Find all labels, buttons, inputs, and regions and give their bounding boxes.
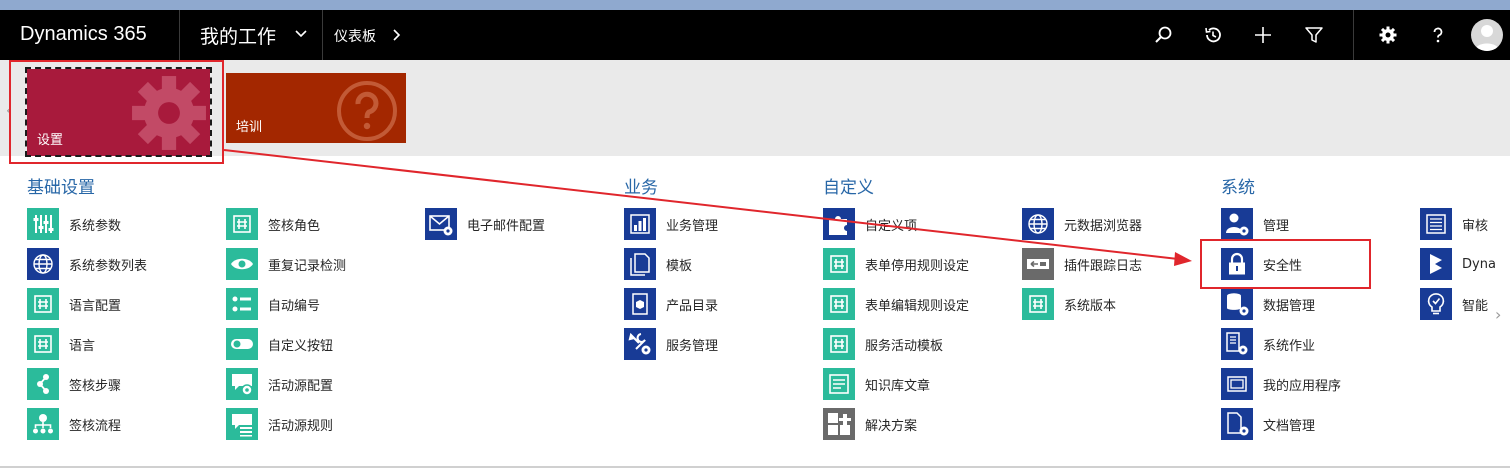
group-title-system: 系统 xyxy=(1221,178,1255,198)
tools-icon xyxy=(624,328,656,360)
search-icon[interactable] xyxy=(1153,25,1173,45)
tile-label: 培训 xyxy=(236,120,263,135)
jobs-icon xyxy=(1221,328,1253,360)
link-solutions[interactable]: 解决方案 xyxy=(823,408,917,440)
window-top-strip xyxy=(0,0,1510,10)
link-email-config[interactable]: 电子邮件配置 xyxy=(425,208,545,240)
solutions-icon xyxy=(823,408,855,440)
breadcrumb-dashboard[interactable]: 仪表板 xyxy=(334,26,376,46)
link-approval-flow[interactable]: 签核流程 xyxy=(27,408,121,440)
link-auto-numbering[interactable]: 自动编号 xyxy=(226,288,320,320)
puzzle-icon xyxy=(226,208,258,240)
link-custom-button[interactable]: 自定义按钮 xyxy=(226,328,333,360)
puzzle-icon xyxy=(823,328,855,360)
tile-training[interactable]: 培训 xyxy=(226,73,406,143)
chevron-right-icon[interactable] xyxy=(391,28,403,42)
steps-icon xyxy=(27,368,59,400)
link-activity-feed-rules[interactable]: 活动源规则 xyxy=(226,408,333,440)
puzzle-icon xyxy=(823,248,855,280)
gear-icon[interactable] xyxy=(1378,25,1398,45)
numbered-list-icon xyxy=(226,288,258,320)
highlight-box-security xyxy=(1200,239,1371,289)
link-dynamics[interactable]: Dyna xyxy=(1420,248,1496,280)
email-settings-icon xyxy=(425,208,457,240)
globe-icon xyxy=(27,248,59,280)
user-avatar[interactable] xyxy=(1471,19,1503,51)
link-metadata-browser[interactable]: 元数据浏览器 xyxy=(1022,208,1142,240)
link-form-edit-rules[interactable]: 表单编辑规则设定 xyxy=(823,288,969,320)
link-auditing[interactable]: 审核 xyxy=(1420,208,1488,240)
link-business-management[interactable]: 业务管理 xyxy=(624,208,718,240)
globe-icon xyxy=(1022,208,1054,240)
lightbulb-icon xyxy=(1420,288,1452,320)
link-plugin-trace-log[interactable]: 插件跟踪日志 xyxy=(1022,248,1142,280)
link-data-management[interactable]: 数据管理 xyxy=(1221,288,1315,320)
group-title-customization: 自定义 xyxy=(823,178,874,198)
plus-icon[interactable] xyxy=(1253,25,1273,45)
link-system-parameters-list[interactable]: 系统参数列表 xyxy=(27,248,147,280)
link-system-version[interactable]: 系统版本 xyxy=(1022,288,1116,320)
nav-separator xyxy=(179,10,180,60)
link-knowledge-articles[interactable]: 知识库文章 xyxy=(823,368,930,400)
nav-separator xyxy=(322,10,323,60)
link-system-parameters[interactable]: 系统参数 xyxy=(27,208,121,240)
dynamics-logo-icon xyxy=(1420,248,1452,280)
puzzle-icon xyxy=(27,288,59,320)
bar-chart-icon xyxy=(624,208,656,240)
puzzle-icon xyxy=(27,328,59,360)
filter-icon[interactable] xyxy=(1304,25,1324,45)
link-language-config[interactable]: 语言配置 xyxy=(27,288,121,320)
group-title-basic-settings: 基础设置 xyxy=(27,178,95,198)
link-smart[interactable]: 智能 xyxy=(1420,288,1488,320)
puzzle-icon xyxy=(823,288,855,320)
link-duplicate-detection[interactable]: 重复记录检测 xyxy=(226,248,346,280)
link-customizations[interactable]: 自定义项 xyxy=(823,208,917,240)
link-my-apps[interactable]: 我的应用程序 xyxy=(1221,368,1341,400)
puzzle-icon xyxy=(1022,288,1054,320)
highlight-box-settings xyxy=(9,60,224,164)
chevron-down-icon[interactable] xyxy=(294,27,308,41)
nav-separator xyxy=(1353,10,1354,60)
link-service-activity-templates[interactable]: 服务活动模板 xyxy=(823,328,943,360)
app-brand[interactable]: Dynamics 365 xyxy=(20,23,147,46)
document-settings-icon xyxy=(1221,408,1253,440)
sliders-icon xyxy=(27,208,59,240)
link-product-catalog[interactable]: 产品目录 xyxy=(624,288,718,320)
link-language[interactable]: 语言 xyxy=(27,328,95,360)
link-approval-steps[interactable]: 签核步骤 xyxy=(27,368,121,400)
catalog-icon xyxy=(624,288,656,320)
org-chart-icon xyxy=(27,408,59,440)
documents-icon xyxy=(624,248,656,280)
feed-settings-icon xyxy=(226,368,258,400)
top-navigation-bar: Dynamics 365 我的工作 仪表板 xyxy=(0,10,1510,60)
user-silhouette-icon xyxy=(1475,25,1499,51)
link-system-jobs[interactable]: 系统作业 xyxy=(1221,328,1315,360)
user-admin-icon xyxy=(1221,208,1253,240)
puzzle-piece-icon xyxy=(823,208,855,240)
plugin-trace-icon xyxy=(1022,248,1054,280)
link-administration[interactable]: 管理 xyxy=(1221,208,1289,240)
link-activity-feed-config[interactable]: 活动源配置 xyxy=(226,368,333,400)
area-selector[interactable]: 我的工作 xyxy=(200,22,276,49)
question-icon xyxy=(337,81,397,141)
list-icon xyxy=(1420,208,1452,240)
link-document-management[interactable]: 文档管理 xyxy=(1221,408,1315,440)
link-service-management[interactable]: 服务管理 xyxy=(624,328,718,360)
feed-rules-icon xyxy=(226,408,258,440)
apps-window-icon xyxy=(1221,368,1253,400)
eye-icon xyxy=(226,248,258,280)
toggle-icon xyxy=(226,328,258,360)
chevron-right-icon[interactable]: › xyxy=(1495,305,1501,324)
link-templates[interactable]: 模板 xyxy=(624,248,692,280)
link-form-disable-rules[interactable]: 表单停用规则设定 xyxy=(823,248,969,280)
group-title-business: 业务 xyxy=(624,178,658,198)
history-icon[interactable] xyxy=(1203,25,1223,45)
help-icon[interactable] xyxy=(1428,25,1448,45)
link-approval-role[interactable]: 签核角色 xyxy=(226,208,320,240)
article-icon xyxy=(823,368,855,400)
database-settings-icon xyxy=(1221,288,1253,320)
